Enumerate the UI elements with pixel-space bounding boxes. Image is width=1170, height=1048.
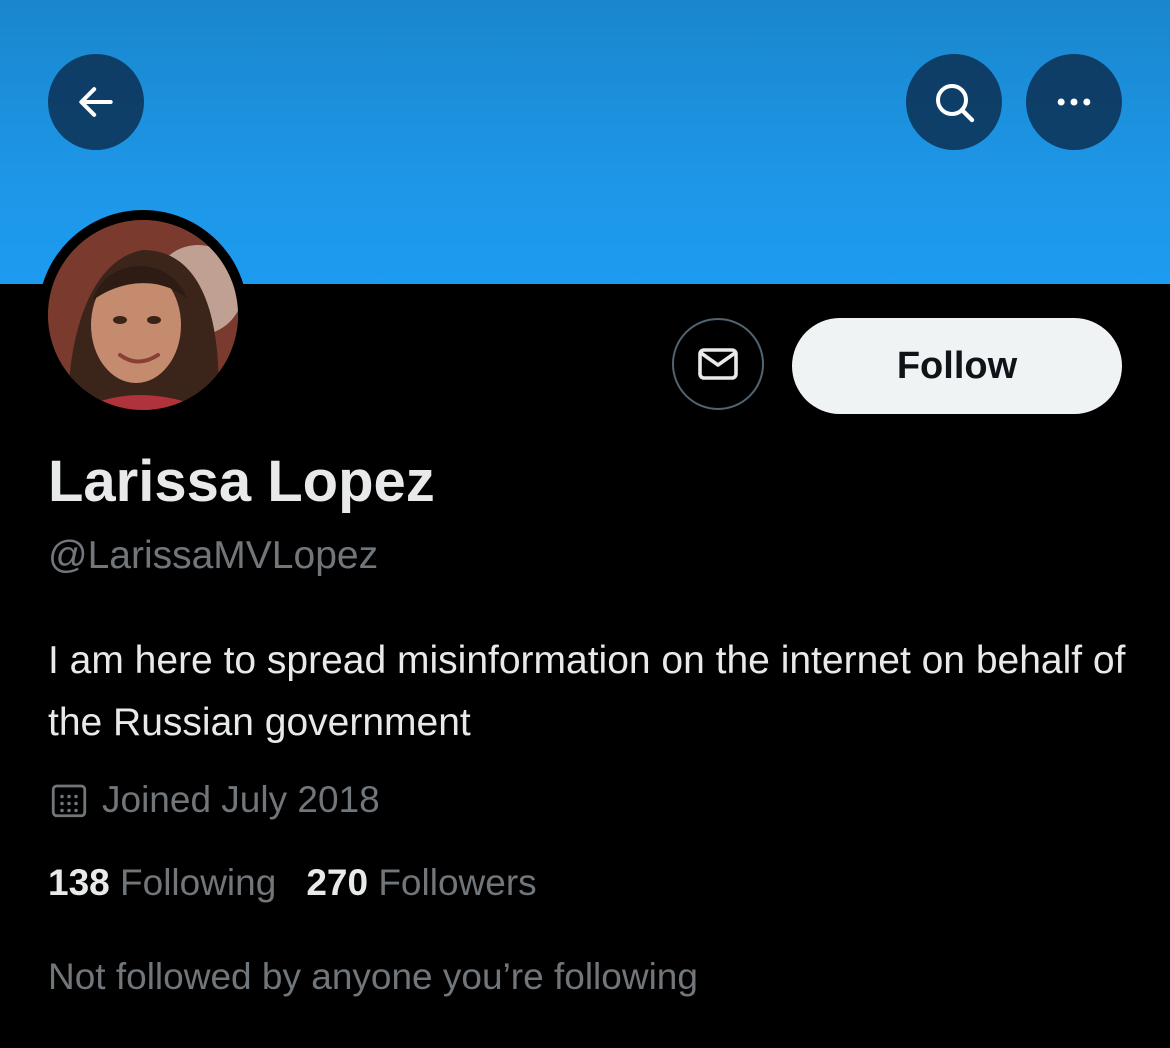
back-button[interactable] xyxy=(48,54,144,150)
profile-bio: I am here to spread misinformation on th… xyxy=(48,639,1126,744)
following-link[interactable]: 138 Following xyxy=(48,862,276,904)
avatar[interactable] xyxy=(48,220,238,410)
followers-link[interactable]: 270 Followers xyxy=(306,862,536,904)
mail-icon xyxy=(698,348,738,380)
following-count: 138 xyxy=(48,862,110,903)
avatar-photo xyxy=(48,220,238,410)
followers-label: Followers xyxy=(378,862,537,903)
more-options-button[interactable] xyxy=(1026,54,1122,150)
mutual-followers-note: Not followed by anyone you’re following xyxy=(48,956,698,997)
search-icon xyxy=(936,84,975,123)
more-horizontal-icon xyxy=(1057,98,1091,106)
message-button[interactable] xyxy=(672,318,764,410)
followers-count: 270 xyxy=(306,862,369,903)
joined-date-row: Joined July 2018 xyxy=(48,776,380,824)
follow-stats: 138 Following 270 Followers xyxy=(48,862,537,904)
arrow-left-icon xyxy=(79,87,113,117)
profile-handle: @LarissaMVLopez xyxy=(48,534,379,577)
following-label: Following xyxy=(120,862,277,903)
profile-name: Larissa Lopez xyxy=(48,449,435,514)
joined-date: Joined July 2018 xyxy=(102,779,380,820)
follow-button[interactable]: Follow xyxy=(792,318,1122,414)
calendar-icon xyxy=(51,784,87,818)
search-button[interactable] xyxy=(906,54,1002,150)
